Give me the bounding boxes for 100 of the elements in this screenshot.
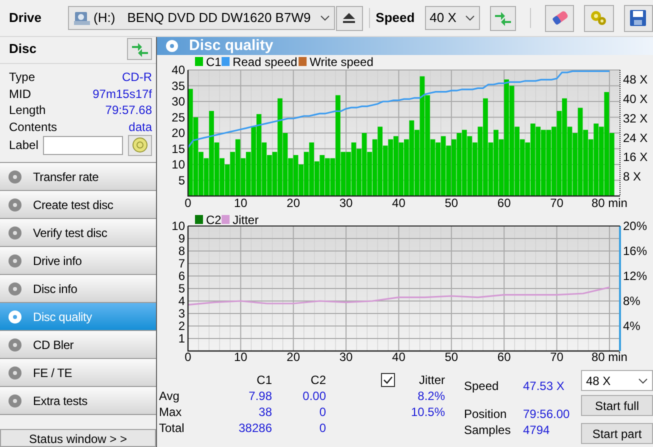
axis-label: 40	[392, 350, 406, 364]
nav-button[interactable]: Disc info	[0, 275, 156, 303]
stat-value: 0.00	[302, 388, 327, 405]
nav-button[interactable]: Verify test disc	[0, 219, 156, 247]
nav-button[interactable]: Extra tests	[0, 387, 156, 415]
info-label: Contents	[9, 118, 58, 134]
info-value: data	[128, 118, 152, 134]
nav-button[interactable]: Transfer rate	[0, 163, 156, 191]
disc-icon	[7, 364, 23, 380]
axis-label: 30	[339, 350, 353, 364]
axis-label: 30	[172, 94, 185, 108]
axis-label: 35	[172, 78, 185, 93]
stat-value: 8.2%	[416, 388, 445, 405]
axis-label: 10	[172, 158, 185, 172]
eject-button[interactable]	[336, 6, 363, 30]
nav-button[interactable]: CD Bler	[0, 331, 156, 359]
axis-label: 8	[178, 244, 185, 258]
gears-icon	[588, 8, 609, 28]
axis-label: 16%	[623, 244, 648, 258]
axis-label: 70	[550, 350, 564, 364]
speed-select[interactable]: 48 X	[581, 370, 653, 391]
panel-title: Disc quality	[189, 36, 274, 56]
settings-button[interactable]	[584, 4, 614, 32]
row-label: Avg	[159, 388, 180, 405]
axis-label: 5	[178, 282, 185, 296]
row-label: Total	[159, 420, 186, 437]
axis-label: 5	[178, 173, 185, 188]
axis-label: 8 X	[623, 170, 642, 184]
stat-value: 7.98	[248, 388, 273, 405]
chevron-icon	[464, 15, 475, 21]
info-label: MID	[9, 86, 31, 101]
axis-label: 12%	[623, 269, 648, 283]
info-label: Speed	[464, 378, 500, 395]
axis-label: 1	[178, 332, 185, 346]
legend-label: C2	[206, 213, 222, 227]
legend-label: Write speed	[310, 55, 374, 69]
info-value: 97m15s17f	[92, 86, 152, 101]
chevron-icon	[638, 378, 648, 384]
info-value: CD-R	[122, 69, 152, 84]
legend-label: Jitter	[232, 213, 259, 227]
axis-label: 4%	[623, 319, 640, 333]
axis-label: 2	[178, 319, 185, 333]
axis-label: 80 min	[591, 196, 628, 210]
stat-value: 38286	[238, 420, 273, 437]
nav-button[interactable]: FE / TE	[0, 359, 156, 387]
arrows-icon	[492, 9, 513, 27]
nav-button[interactable]: Create test disc	[0, 191, 156, 219]
refresh-button[interactable]	[490, 6, 516, 30]
axis-label: 8%	[623, 294, 640, 308]
info-label: Position	[464, 406, 508, 421]
eject-icon	[342, 12, 356, 24]
axis-label: 20	[286, 350, 300, 364]
axis-label: 20%	[623, 219, 648, 233]
check-icon	[382, 374, 394, 386]
axis-label: 50	[444, 350, 458, 364]
start-button[interactable]: Start part	[581, 423, 653, 444]
status-window-button[interactable]: Status window > >	[0, 429, 156, 447]
info-value: 79:57.68	[105, 102, 152, 118]
checkbox-label: Jitter	[418, 372, 445, 389]
axis-label: 7	[178, 256, 185, 270]
nav-button[interactable]: Drive info	[0, 247, 156, 275]
drive-icon	[72, 9, 91, 27]
stat-value: 38	[258, 404, 273, 421]
disc-button[interactable]	[128, 134, 152, 156]
axis-label: 30	[339, 196, 353, 210]
axis-label: 40	[172, 63, 185, 77]
axis-label: 15	[172, 142, 185, 156]
axis-label: 16 X	[623, 150, 648, 164]
axis-label: 70	[550, 196, 564, 210]
start-button[interactable]: Start full	[581, 395, 653, 416]
drive-select[interactable]: (H:) BENQ DVD DD DW1620 B7W9	[68, 6, 336, 30]
disc-icon	[165, 39, 179, 53]
row-label: Max	[159, 404, 183, 421]
disc-icon	[7, 336, 23, 352]
disc-icon	[7, 252, 23, 268]
drive-label: Drive	[9, 9, 42, 28]
axis-label: 20	[172, 126, 185, 140]
axis-label: 40	[392, 196, 406, 210]
axis-label: 40 X	[623, 92, 648, 106]
axis-label: 80 min	[591, 350, 628, 364]
refresh-button[interactable]	[127, 38, 152, 60]
info-label: Samples	[464, 422, 512, 437]
speed-select[interactable]: 40 X	[424, 6, 480, 30]
disc-icon	[7, 308, 23, 324]
axis-label: 60	[497, 350, 511, 364]
axis-label: 20	[286, 196, 300, 210]
axis-label: 25	[172, 110, 185, 124]
section-title: Disc	[9, 40, 36, 58]
erase-button[interactable]	[544, 4, 574, 32]
label-field[interactable]	[43, 136, 124, 154]
jitter-checkbox[interactable]	[381, 373, 395, 387]
info-value: 47.53 X	[523, 378, 564, 395]
disc-icon	[7, 392, 23, 408]
axis-label: 4	[178, 294, 185, 308]
axis-label: 9	[178, 232, 185, 246]
field-label: Label	[9, 137, 38, 154]
axis-label: 0	[184, 196, 192, 210]
axis-label: 6	[178, 269, 185, 283]
axis-label: 60	[497, 196, 511, 210]
save-button[interactable]	[624, 4, 653, 32]
